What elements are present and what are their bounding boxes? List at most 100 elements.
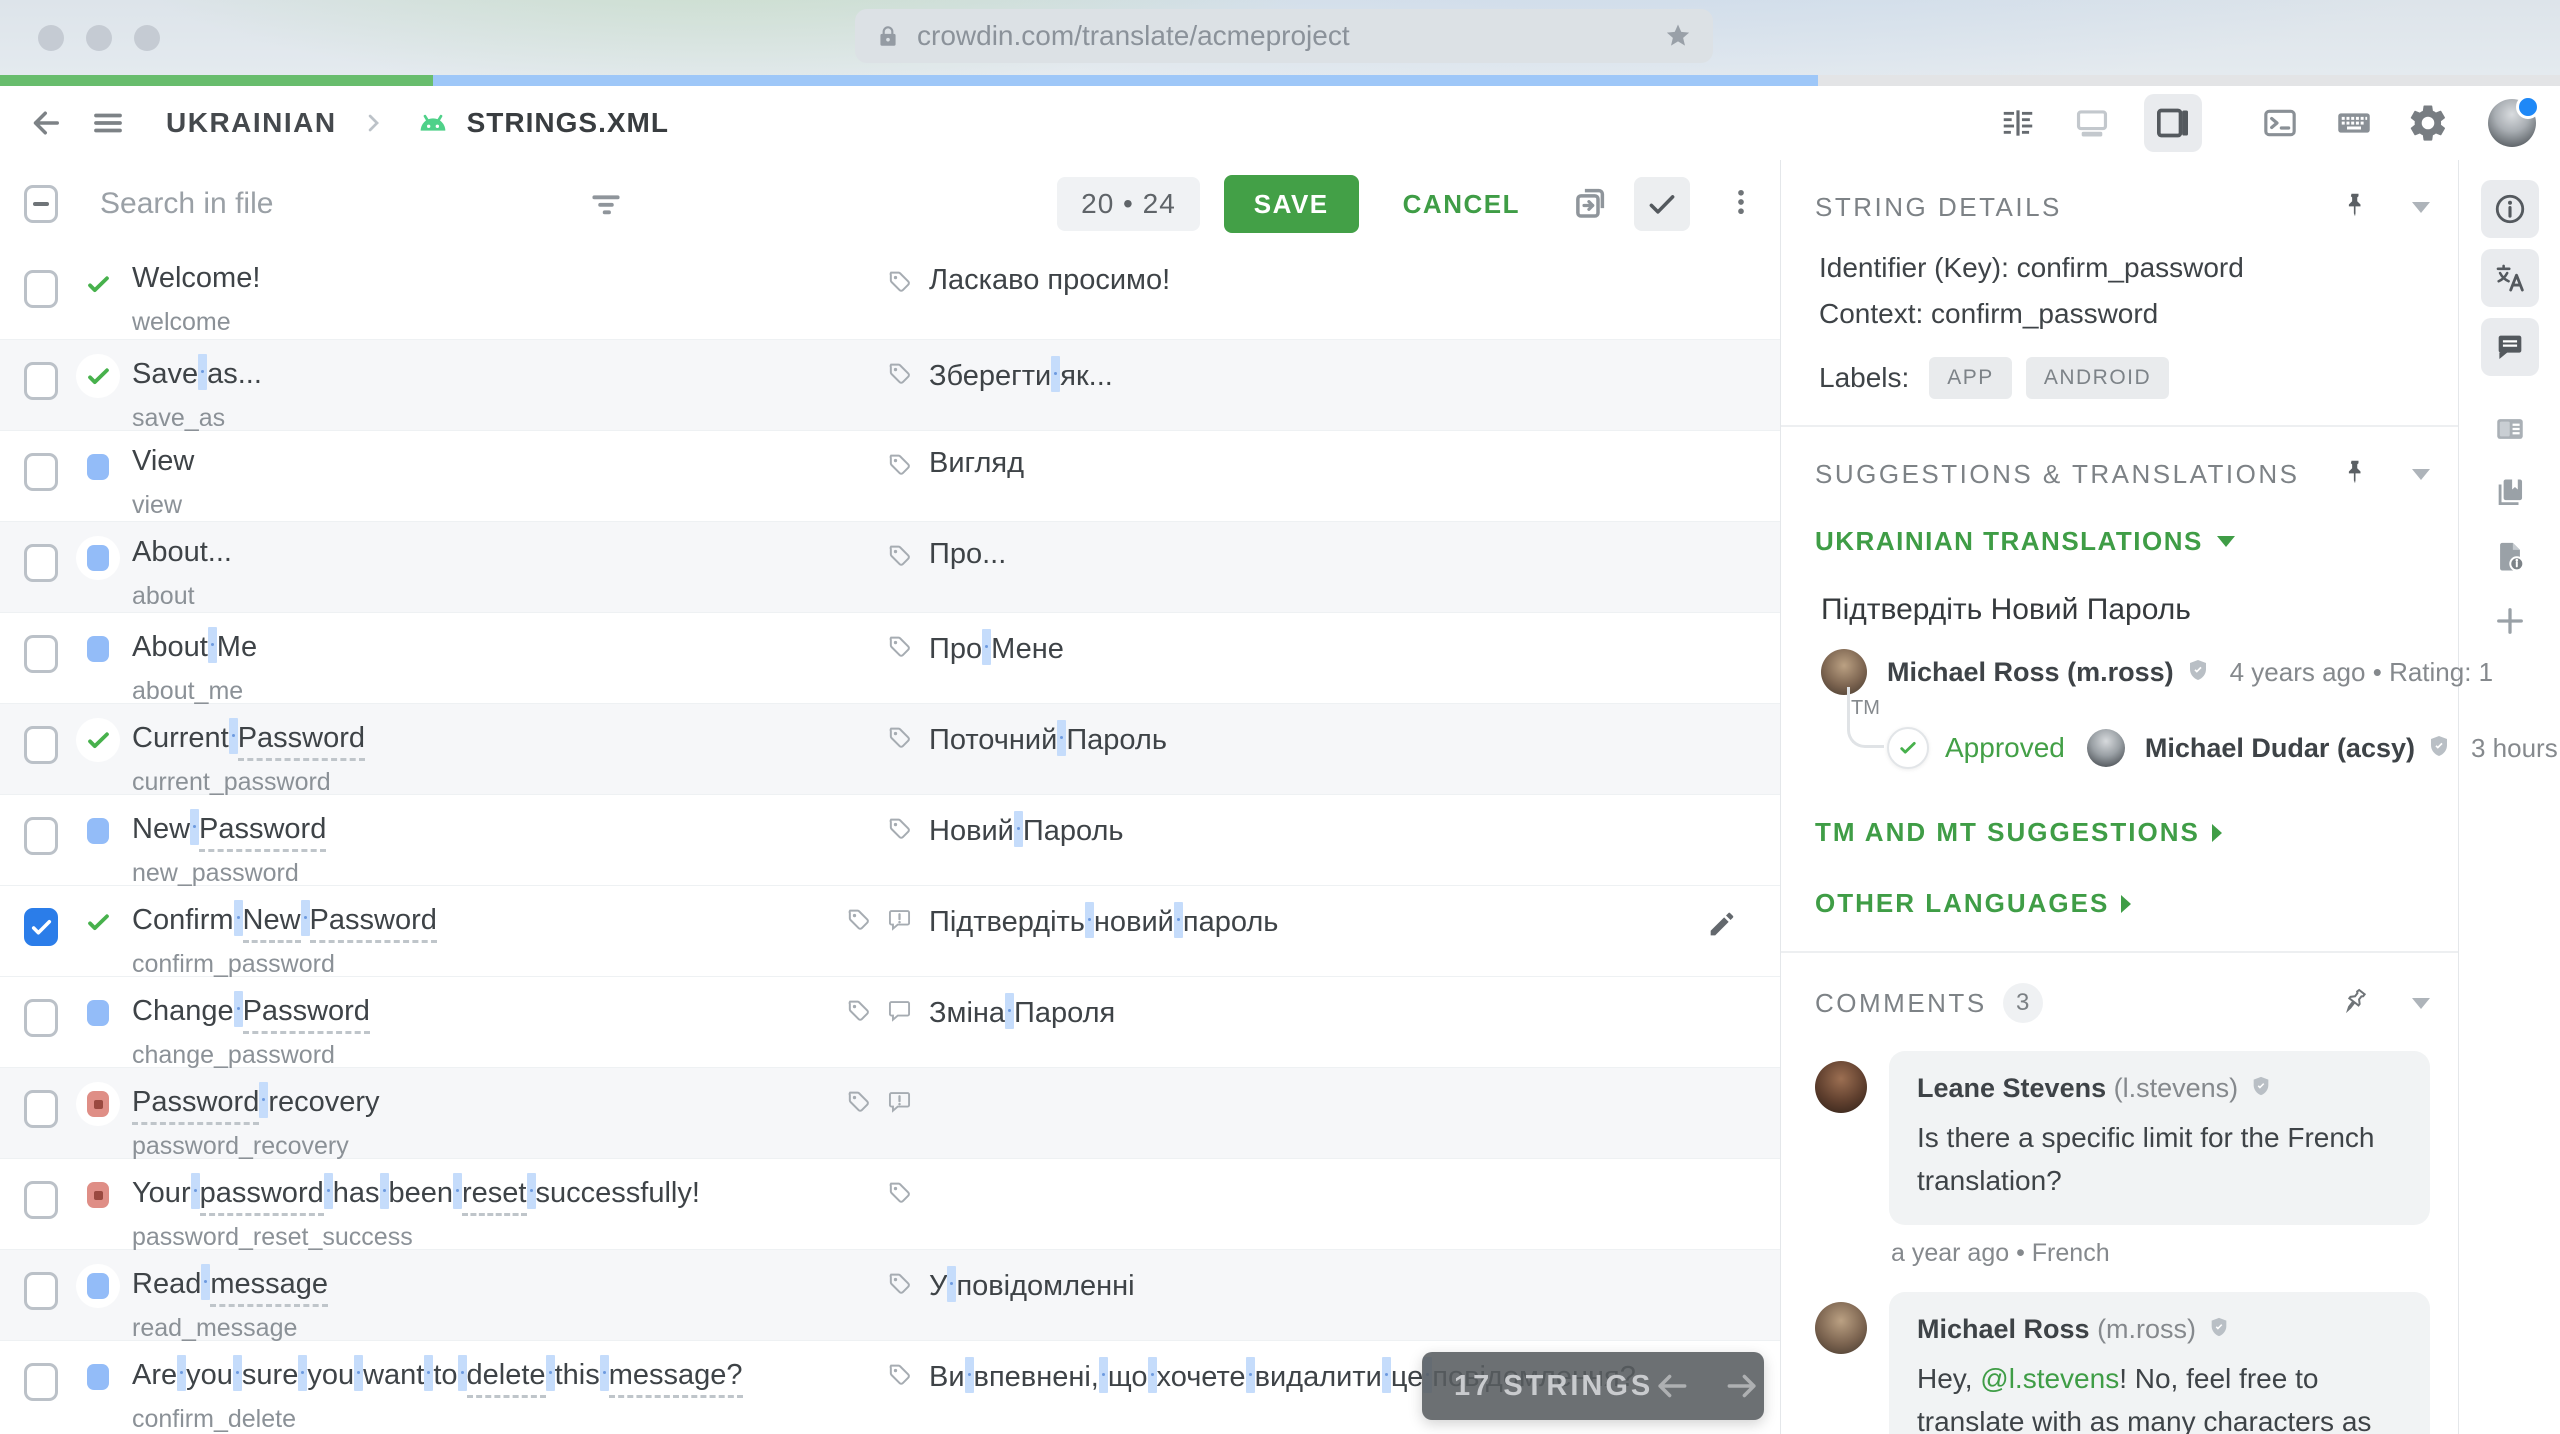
string-row[interactable]: Read message read_message Уповідомленні	[0, 1249, 1780, 1342]
translation-cell[interactable]: Вигляд	[793, 431, 1780, 521]
layout-right-panel-button[interactable]	[2144, 94, 2202, 152]
row-checkbox[interactable]	[24, 1363, 58, 1401]
unpin-button[interactable]	[2340, 986, 2370, 1021]
select-all-checkbox[interactable]	[24, 185, 58, 223]
string-row[interactable]: View view Вигляд	[0, 430, 1780, 521]
bookmark-star-icon[interactable]	[1663, 21, 1693, 51]
filter-button[interactable]	[586, 184, 626, 229]
translation-cell[interactable]	[793, 1159, 1780, 1249]
breadcrumb-file-name[interactable]: STRINGS.XML	[467, 107, 669, 139]
console-button[interactable]	[2258, 101, 2302, 145]
row-checkbox[interactable]	[24, 908, 58, 946]
translation-cell[interactable]: Ласкаво просимо!	[793, 248, 1780, 339]
breadcrumb-language[interactable]: UKRAINIAN	[166, 107, 337, 139]
collapse-section-button[interactable]	[2412, 202, 2430, 213]
mention-link[interactable]: @l.stevens	[1980, 1363, 2119, 1394]
string-row[interactable]: About... about Про...	[0, 521, 1780, 612]
string-row[interactable]: New Password new_password Новий Пароль	[0, 794, 1780, 887]
window-close-button[interactable]	[38, 25, 64, 51]
string-row[interactable]: About Me about_me Про Мене	[0, 612, 1780, 705]
comment-author[interactable]: Michael Ross (m.ross)	[1917, 1314, 2196, 1345]
row-checkbox[interactable]	[24, 453, 58, 491]
row-checkbox[interactable]	[24, 817, 58, 855]
menu-button[interactable]	[86, 101, 130, 145]
translation-cell[interactable]: Уповідомленні	[793, 1250, 1780, 1340]
row-checkbox[interactable]	[24, 726, 58, 764]
tag-icon	[889, 1273, 910, 1294]
layout-bottom-panel-button[interactable]	[2070, 101, 2114, 145]
tag-icon	[889, 454, 910, 475]
next-page-arrow[interactable]	[1723, 1367, 1761, 1405]
row-checkbox[interactable]	[24, 1272, 58, 1310]
comment-avatar[interactable]	[1815, 1301, 1867, 1354]
back-button[interactable]	[24, 101, 68, 145]
label-chip-android: ANDROID	[2025, 357, 2170, 399]
save-button[interactable]: SAVE	[1223, 175, 1359, 233]
translation-cell[interactable]: Про...	[793, 522, 1780, 612]
ukrainian-translations-toggle[interactable]: UKRAINIAN TRANSLATIONS	[1815, 526, 2430, 557]
row-checkbox[interactable]	[24, 362, 58, 400]
space-marker	[201, 1264, 211, 1300]
shortcuts-button[interactable]	[2332, 101, 2376, 145]
translation-cell[interactable]: Новий Пароль	[793, 795, 1780, 885]
approver-avatar[interactable]	[2086, 729, 2125, 767]
copy-source-icon	[1576, 188, 1605, 218]
row-checkbox[interactable]	[24, 1090, 58, 1128]
add-panel-button[interactable]	[2481, 599, 2539, 643]
pin-button[interactable]	[2340, 190, 2370, 225]
approver-name[interactable]: Michael Dudar (acsy)	[2145, 733, 2415, 764]
translation-cell[interactable]: Зберегти як...	[793, 340, 1780, 430]
translation-cell[interactable]	[793, 1068, 1780, 1158]
row-checkbox[interactable]	[24, 544, 58, 582]
row-checkbox[interactable]	[24, 635, 58, 673]
string-row[interactable]: Your password has been reset successfully! pas…	[0, 1158, 1780, 1251]
string-row[interactable]: Current Password current_password Поточний П…	[0, 703, 1780, 796]
cancel-button[interactable]: CANCEL	[1397, 188, 1526, 221]
tm-mt-suggestions-link[interactable]: TM AND MT SUGGESTIONS	[1815, 817, 2430, 848]
suggestions-tab[interactable]	[2480, 249, 2539, 307]
string-row[interactable]: Confirm New Password confirm_password Підтве…	[0, 885, 1780, 978]
comments-tab[interactable]	[2480, 318, 2539, 376]
string-list: Welcome! welcome Ласкаво просимо! Save as...…	[0, 248, 1780, 1434]
address-bar[interactable]: crowdin.com/translate/acmeproject	[855, 9, 1713, 63]
translation-cell[interactable]: Зміна Пароля	[793, 977, 1780, 1067]
window-zoom-button[interactable]	[134, 25, 160, 51]
string-row[interactable]: Welcome! welcome Ласкаво просимо!	[0, 248, 1780, 339]
settings-button[interactable]	[2406, 101, 2450, 145]
layout-side-by-side-button[interactable]	[1996, 101, 2040, 145]
window-minimize-button[interactable]	[86, 25, 112, 51]
search-input[interactable]	[98, 186, 532, 222]
comment-author[interactable]: Leane Stevens (l.stevens)	[1917, 1073, 2238, 1104]
row-checkbox[interactable]	[24, 1181, 58, 1219]
issue-indicator-icon	[888, 1092, 911, 1113]
string-details-tab[interactable]	[2480, 180, 2539, 238]
previous-page-arrow[interactable]	[1653, 1367, 1691, 1405]
approve-button[interactable]	[1634, 177, 1690, 231]
row-checkbox[interactable]	[24, 270, 58, 308]
string-row[interactable]: Change Password change_password Зміна Пароля	[0, 976, 1780, 1069]
comment-meta: a year ago • French	[1891, 1238, 2110, 1267]
collapse-section-button[interactable]	[2412, 997, 2430, 1009]
string-key: current_password	[132, 768, 331, 796]
translation-cell[interactable]: Про Мене	[793, 613, 1780, 703]
pin-button[interactable]	[2340, 457, 2370, 492]
user-avatar[interactable]	[2488, 95, 2540, 147]
string-row[interactable]: Save as... save_as Зберегти як...	[0, 339, 1780, 432]
author-name[interactable]: Michael Ross (m.ross)	[1887, 657, 2174, 688]
edit-translation-button[interactable]	[1706, 908, 1738, 945]
context-tab[interactable]	[2481, 407, 2539, 451]
translation-cell[interactable]: Підтвердіть новий пароль	[793, 886, 1780, 976]
suggestion-text[interactable]: Підтвердіть Новий Пароль	[1815, 593, 2430, 627]
file-info-tab[interactable]	[2481, 535, 2539, 579]
window-controls[interactable]	[38, 25, 160, 51]
comment-avatar[interactable]	[1815, 1061, 1867, 1113]
collapse-section-button[interactable]	[2412, 469, 2430, 480]
other-languages-link[interactable]: OTHER LANGUAGES	[1815, 888, 2430, 919]
more-options-button[interactable]	[1724, 185, 1758, 224]
string-row[interactable]: Password recovery password_recovery	[0, 1067, 1780, 1160]
row-checkbox[interactable]	[24, 999, 58, 1037]
copy-source-button[interactable]	[1570, 181, 1612, 228]
space-marker	[1098, 1357, 1108, 1393]
glossary-tab[interactable]	[2481, 471, 2539, 515]
translation-cell[interactable]: Поточний Пароль	[793, 704, 1780, 794]
